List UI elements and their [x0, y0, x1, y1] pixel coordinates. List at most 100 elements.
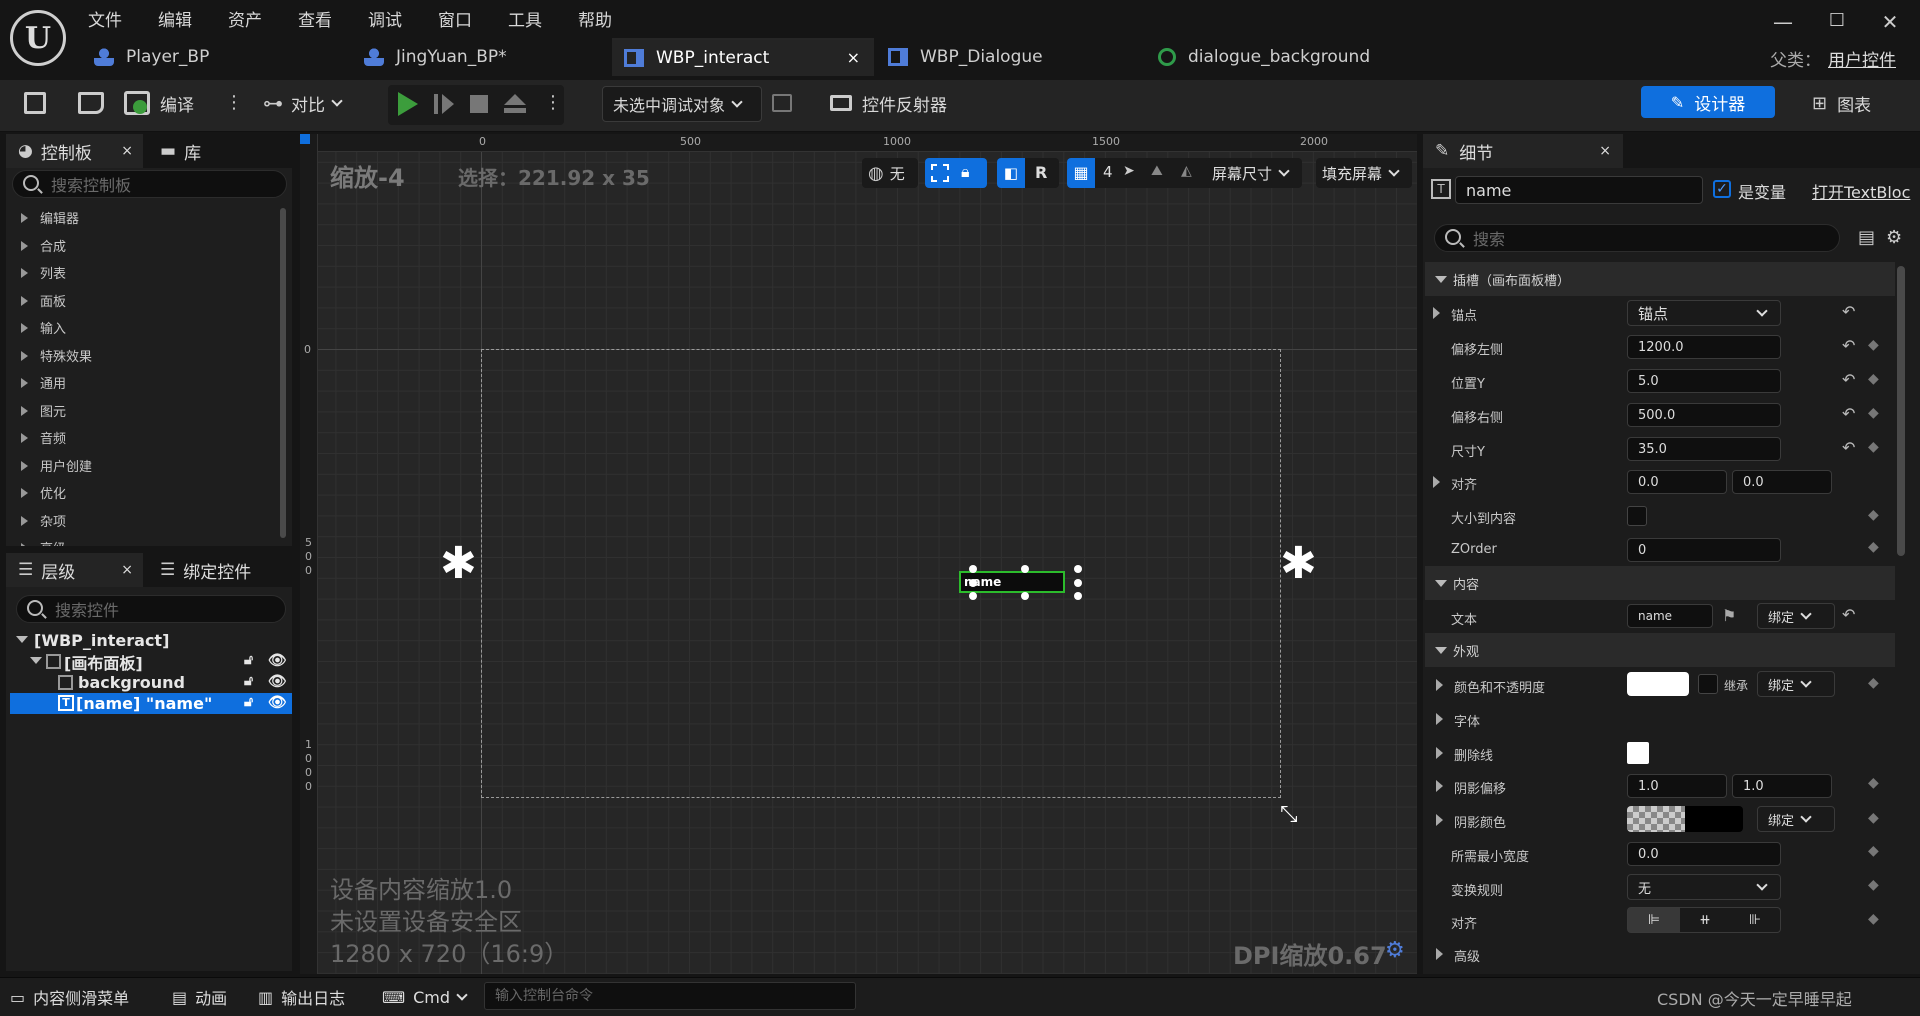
details-scrollbar[interactable] [1897, 266, 1905, 556]
reset-icon[interactable]: ↶ [1842, 370, 1855, 389]
localization-preview-button[interactable]: ◍ 无 [862, 158, 918, 188]
eye-icon[interactable]: 👁︎ [268, 651, 287, 669]
resize-screen-icon[interactable]: ⤡ [1280, 802, 1298, 827]
palette-category[interactable]: 列表 [6, 259, 276, 287]
palette-category[interactable]: 面板 [6, 287, 276, 315]
palette-category[interactable]: 优化 [6, 479, 276, 507]
expand-icon[interactable] [1433, 307, 1440, 319]
eye-icon[interactable]: 👁︎ [268, 693, 287, 711]
parent-class-link[interactable]: 用户控件 [1828, 46, 1896, 71]
align-center-icon[interactable]: ⧺ [1680, 908, 1730, 932]
anchor-dropdown[interactable]: 锚点 [1627, 300, 1781, 326]
maximize-icon[interactable]: ☐ [1817, 10, 1857, 38]
step-icon[interactable] [434, 94, 454, 114]
expand-icon[interactable] [1436, 747, 1443, 759]
dpi-settings-gear-icon[interactable]: ⚙ [1385, 938, 1405, 963]
keyframe-icon[interactable]: ◆ [1868, 337, 1879, 353]
minimize-icon[interactable]: — [1763, 10, 1803, 38]
alignment-y-input[interactable]: 0.0 [1732, 470, 1832, 494]
shadow-color-swatch[interactable] [1627, 806, 1743, 832]
color-bind-dropdown[interactable]: 绑定 [1757, 671, 1835, 697]
expand-icon[interactable] [1436, 679, 1443, 691]
tab-wbp-interact[interactable]: WBP_interact × [612, 38, 874, 76]
inherit-checkbox[interactable] [1698, 674, 1718, 694]
tab-library[interactable]: ▬ 库 [148, 134, 248, 168]
anchor-right-icon[interactable]: ✱ [1280, 542, 1317, 586]
expand-icon[interactable] [16, 636, 28, 643]
zorder-input[interactable]: 0 [1627, 538, 1781, 562]
shadow-offset-x-input[interactable]: 1.0 [1627, 774, 1727, 798]
tab-details[interactable]: ✎ 细节 × [1423, 134, 1623, 168]
reset-icon[interactable]: ↶ [1842, 302, 1855, 321]
size-y-input[interactable]: 35.0 [1627, 437, 1781, 461]
palette-category[interactable]: 特殊效果 [6, 342, 276, 370]
palette-category[interactable]: 图元 [6, 397, 276, 425]
align-left-icon[interactable]: ⊫ [1628, 908, 1680, 932]
tab-jingyuan-bp[interactable]: JingYuan_BP* [352, 38, 612, 76]
palette-category[interactable]: 杂项 [6, 507, 276, 535]
grid-size[interactable]: 4 [1103, 163, 1113, 181]
eye-icon[interactable]: 👁︎ [268, 672, 287, 690]
compile-button[interactable]: 编译 [124, 88, 224, 118]
diff-dropdown[interactable]: ⊶ 对比 [263, 88, 353, 118]
palette-category[interactable]: 用户创建 [6, 452, 276, 480]
keyframe-icon[interactable]: ◆ [1868, 810, 1879, 826]
lock-icon[interactable]: 🔒︎ [961, 162, 970, 182]
menu-window[interactable]: 窗口 [438, 6, 472, 32]
reset-icon[interactable]: ↶ [1842, 438, 1855, 457]
resize-handle[interactable] [1021, 565, 1029, 573]
palette-search-input[interactable]: 搜索控制板 [12, 170, 287, 198]
offset-left-input[interactable]: 1200.0 [1627, 335, 1781, 359]
browse-asset-icon[interactable] [78, 92, 104, 114]
menu-edit[interactable]: 编辑 [158, 6, 192, 32]
r-toggle[interactable]: R [1035, 163, 1047, 182]
resize-handle[interactable] [1021, 592, 1029, 600]
close-tab-icon[interactable]: × [121, 562, 133, 578]
expand-icon[interactable] [1436, 780, 1443, 792]
palette-category[interactable]: 合成 [6, 232, 276, 260]
keyframe-icon[interactable]: ◆ [1868, 439, 1879, 455]
keyframe-icon[interactable]: ◆ [1868, 405, 1879, 421]
expand-icon[interactable] [1436, 814, 1443, 826]
menu-view[interactable]: 查看 [298, 6, 332, 32]
content-drawer-button[interactable]: ▭ 内容侧滑菜单 [10, 982, 129, 1012]
close-window-icon[interactable]: ✕ [1870, 10, 1910, 38]
palette-category[interactable]: 音频 [6, 424, 276, 452]
graph-button[interactable]: ⊞ 图表 [1812, 88, 1871, 118]
keyframe-icon[interactable]: ◆ [1868, 877, 1879, 893]
tab-palette[interactable]: ◕ 控制板 × [6, 134, 143, 168]
mountain-icon[interactable]: ⛰︎ [1151, 163, 1163, 179]
play-options-icon[interactable]: ⋮ [544, 92, 562, 113]
animation-button[interactable]: ▤ 动画 [172, 982, 227, 1012]
position-y-input[interactable]: 5.0 [1627, 369, 1781, 393]
keyframe-icon[interactable]: ◆ [1868, 911, 1879, 927]
cursor-icon[interactable]: ➤ [1123, 163, 1135, 179]
appearance-section-header[interactable]: 外观 [1425, 633, 1895, 667]
expand-icon[interactable] [1436, 713, 1443, 725]
close-tab-icon[interactable]: × [847, 48, 860, 67]
mirror-icon[interactable]: ◭ [1181, 163, 1192, 179]
menu-asset[interactable]: 资产 [228, 6, 262, 32]
reset-icon[interactable]: ↶ [1842, 605, 1855, 624]
fill-screen-dropdown[interactable]: 填充屏幕 [1316, 158, 1412, 188]
close-tab-icon[interactable]: × [1599, 143, 1611, 159]
shadow-offset-y-input[interactable]: 1.0 [1732, 774, 1832, 798]
play-icon[interactable] [398, 92, 418, 116]
transform-policy-dropdown[interactable]: 无 [1627, 874, 1781, 900]
console-command-input[interactable]: 输入控制台命令 [484, 982, 856, 1010]
resize-handle[interactable] [1074, 565, 1082, 573]
expand-icon[interactable] [1433, 476, 1440, 488]
is-variable-checkbox[interactable]: ✓ [1713, 180, 1731, 198]
settings-gear-icon[interactable]: ⚙ [1886, 227, 1902, 248]
reset-icon[interactable]: ↶ [1842, 404, 1855, 423]
menu-debug[interactable]: 调试 [368, 6, 402, 32]
designer-button[interactable]: ✎ 设计器 [1641, 86, 1775, 118]
keyframe-icon[interactable]: ◆ [1868, 507, 1879, 523]
screen-size-dropdown[interactable]: 屏幕尺寸 [1206, 158, 1302, 188]
keyframe-icon[interactable]: ◆ [1868, 775, 1879, 791]
marquee-icon[interactable] [931, 164, 949, 182]
tree-root[interactable]: [WBP_interact] [12, 630, 292, 651]
layout-icon[interactable]: ◧ [997, 158, 1025, 188]
menu-help[interactable]: 帮助 [578, 6, 612, 32]
slot-section-header[interactable]: 插槽（画布面板槽） [1425, 262, 1895, 296]
